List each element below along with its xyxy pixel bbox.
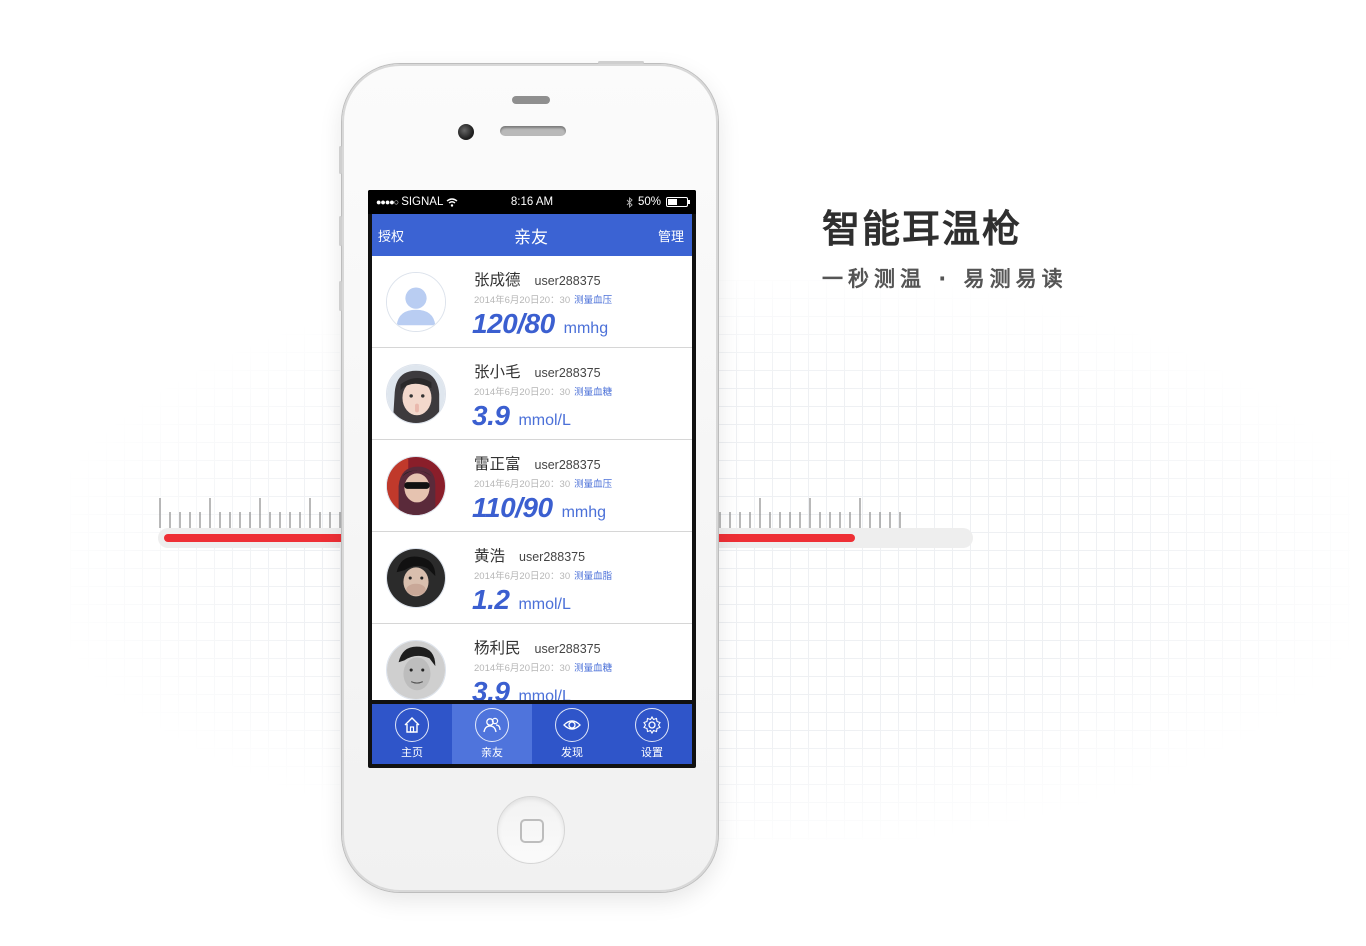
status-time: 8:16 AM	[510, 196, 554, 208]
default-avatar	[386, 272, 446, 332]
contact-name: 雷正富	[474, 455, 521, 473]
contact-row[interactable]: 张小毛 user288375 2014年6月20日20：30 测量血糖 3.9 m…	[372, 348, 692, 440]
contact-row[interactable]: 黄浩 user288375 2014年6月20日20：30 测量血脂 1.2 mm…	[372, 532, 692, 624]
volume-up-button	[339, 216, 342, 246]
reading-value: 3.9	[472, 676, 510, 700]
measure-time: 2014年6月20日20：30	[474, 571, 571, 582]
volume-down-button	[339, 281, 342, 311]
reading-unit: mmhg	[563, 320, 609, 337]
contact-row[interactable]: 雷正富 user288375 2014年6月20日20：30 测量血压 110/9…	[372, 440, 692, 532]
photo-avatar	[386, 640, 446, 700]
photo-avatar	[386, 364, 446, 424]
friends-icon	[475, 708, 509, 742]
power-button	[598, 61, 644, 64]
contact-user-id: user288375	[519, 550, 586, 564]
tab-label: 主页	[401, 746, 423, 759]
tab-bar: 主页 亲友 发现 设置	[372, 704, 692, 764]
photo-avatar	[386, 548, 446, 608]
contact-name: 黄浩	[474, 547, 506, 565]
contact-name: 张小毛	[474, 363, 521, 381]
reading-unit: mmhg	[561, 504, 607, 521]
phone-frame: ●●●●○ SIGNAL 8:16 AM 50% 授权 亲友 管理 张成德 us…	[339, 61, 718, 892]
headline-subtitle: 一秒测温 · 易测易读	[822, 267, 1068, 291]
reading-value: 120/80	[472, 308, 555, 339]
wifi-icon	[446, 197, 458, 207]
contact-row[interactable]: 杨利民 user288375 2014年6月20日20：30 测量血糖 3.9 m…	[372, 624, 692, 700]
carrier-label: SIGNAL	[401, 196, 444, 208]
contact-user-id: user288375	[534, 366, 601, 380]
nav-bar: 授权 亲友 管理	[372, 214, 692, 256]
tab-discover[interactable]: 发现	[532, 704, 612, 764]
mute-switch	[339, 146, 342, 174]
headline-title: 智能耳温枪	[822, 207, 1023, 251]
contact-user-id: user288375	[534, 642, 601, 656]
tab-label: 亲友	[481, 746, 503, 759]
home-button-square-icon	[520, 819, 544, 843]
page: 智能耳温枪 一秒测温 · 易测易读 ●●●●○ SIGNAL 8:16 AM 5…	[0, 0, 1366, 946]
measure-type: 测量血压	[574, 295, 613, 306]
photo-avatar	[386, 456, 446, 516]
reading-value: 110/90	[472, 492, 553, 523]
bluetooth-icon	[626, 196, 633, 208]
contact-name: 杨利民	[474, 639, 521, 657]
speaker-grille	[500, 126, 566, 136]
measure-type: 测量血糖	[574, 387, 613, 398]
earpiece	[512, 96, 550, 104]
tab-settings[interactable]: 设置	[612, 704, 692, 764]
phone-screen: ●●●●○ SIGNAL 8:16 AM 50% 授权 亲友 管理 张成德 us…	[368, 190, 696, 768]
manage-button[interactable]: 管理	[624, 226, 684, 245]
tab-label: 设置	[641, 746, 663, 759]
gear-icon	[635, 708, 669, 742]
tab-label: 发现	[561, 746, 583, 759]
reading-unit: mmol/L	[518, 596, 571, 613]
measure-type: 测量血压	[574, 479, 613, 490]
tab-friends[interactable]: 亲友	[452, 704, 532, 764]
page-title: 亲友	[514, 227, 548, 248]
measure-type: 测量血糖	[574, 663, 613, 674]
battery-percent: 50%	[637, 196, 661, 208]
contact-row[interactable]: 张成德 user288375 2014年6月20日20：30 测量血压 120/8…	[372, 256, 692, 348]
reading-value: 1.2	[472, 584, 510, 615]
contact-user-id: user288375	[534, 458, 601, 472]
signal-strength-icon: ●●●●○	[376, 197, 399, 207]
tab-home[interactable]: 主页	[372, 704, 452, 764]
reading-value: 3.9	[472, 400, 510, 431]
contact-user-id: user288375	[534, 274, 601, 288]
contact-name: 张成德	[474, 271, 521, 289]
headline: 智能耳温枪 一秒测温 · 易测易读	[822, 198, 1068, 293]
measure-type: 测量血脂	[574, 571, 613, 582]
eye-icon	[555, 708, 589, 742]
status-bar: ●●●●○ SIGNAL 8:16 AM 50%	[368, 190, 696, 214]
measure-time: 2014年6月20日20：30	[474, 479, 571, 490]
measure-time: 2014年6月20日20：30	[474, 295, 571, 306]
home-button[interactable]	[497, 796, 565, 864]
home-icon	[395, 708, 429, 742]
front-camera-icon	[458, 124, 474, 140]
measure-time: 2014年6月20日20：30	[474, 387, 571, 398]
contact-list: 张成德 user288375 2014年6月20日20：30 测量血压 120/8…	[372, 256, 692, 700]
reading-unit: mmol/L	[518, 412, 571, 429]
reading-unit: mmol/L	[518, 688, 571, 700]
battery-icon	[666, 197, 690, 207]
measure-time: 2014年6月20日20：30	[474, 663, 571, 674]
authorize-button[interactable]: 授权	[378, 226, 438, 245]
